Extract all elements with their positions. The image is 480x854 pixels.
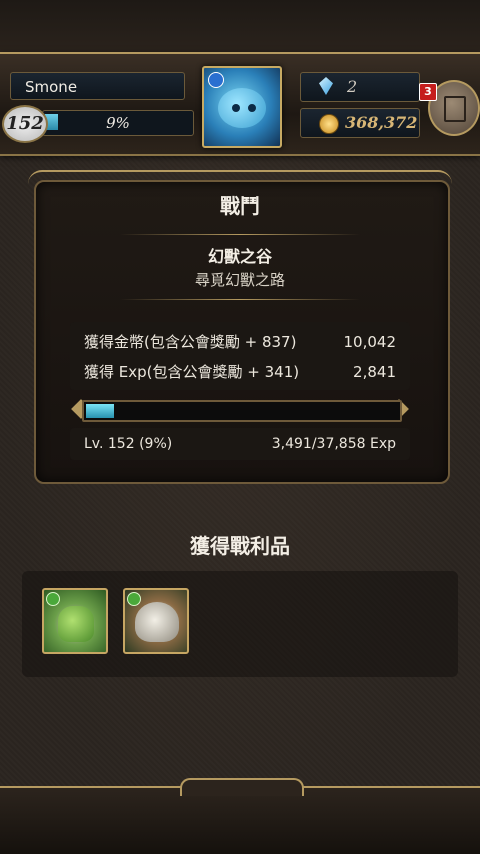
coin-icon <box>319 114 339 134</box>
dragon-creature <box>58 606 94 642</box>
wood-attribute-icon <box>46 592 60 606</box>
wood-attribute-icon <box>127 592 141 606</box>
coin-reward-row: 獲得金幣(包含公會獎勵 + 837) 10,042 <box>84 329 396 355</box>
exp-reward-label: 獲得 Exp(包含公會獎勵 + 341) <box>84 363 300 381</box>
coin-counter: 368,372 <box>300 108 420 138</box>
gem-count: 2 <box>347 77 358 96</box>
diamond-icon <box>319 77 333 95</box>
divider-bottom <box>120 299 360 300</box>
player-exp-percent: 9% <box>106 114 130 132</box>
wolf-creature <box>135 602 179 642</box>
bottom-frame <box>0 786 480 854</box>
avatar-eye-left <box>232 104 240 112</box>
exp-reward-row: 獲得 Exp(包含公會獎勵 + 341) 2,841 <box>84 359 396 385</box>
stage-name: 幻獸之谷 <box>207 247 272 266</box>
leader-avatar[interactable] <box>202 66 282 148</box>
divider-top <box>120 234 360 235</box>
top-ornament <box>0 0 480 60</box>
loot-title: 獲得戰利品 <box>190 534 290 558</box>
level-progress-bar <box>82 400 402 422</box>
wolf-card-icon[interactable] <box>123 588 189 654</box>
scroll-icon <box>444 96 466 122</box>
notification-badge: 3 <box>419 83 437 101</box>
stage-subtitle: 尋覓幻獸之路 <box>194 271 285 289</box>
coin-reward-label: 獲得金幣(包含公會獎勵 + 837) <box>84 333 297 351</box>
player-level-badge: 152 <box>2 105 48 143</box>
green-dragon-card-icon[interactable] <box>42 588 108 654</box>
avatar-eye-right <box>248 104 256 112</box>
coin-count: 368,372 <box>345 113 418 132</box>
avatar-face <box>218 88 266 128</box>
level-label: Lv. 152 (9%) <box>84 436 173 452</box>
attribute-icon <box>208 72 224 88</box>
player-name: Smone <box>10 72 185 100</box>
battle-title: 戰鬥 <box>220 194 260 218</box>
bottom-ornament <box>180 778 304 796</box>
gem-counter[interactable]: 2 <box>300 72 420 102</box>
coin-reward-value: 10,042 <box>343 333 397 351</box>
player-exp-bar: 9% <box>42 110 194 136</box>
exp-reward-value: 2,841 <box>353 363 396 381</box>
level-progress-fill <box>86 404 114 418</box>
exp-total: 3,491/37,858 Exp <box>271 436 396 452</box>
